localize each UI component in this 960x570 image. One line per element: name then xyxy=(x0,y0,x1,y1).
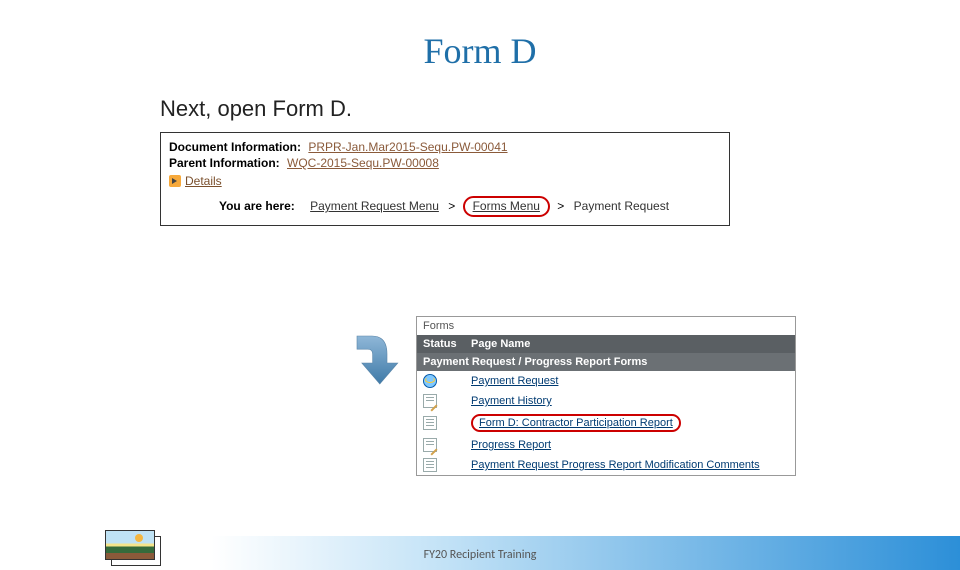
subtitle: Next, open Form D. xyxy=(160,96,960,122)
forms-row: Form D: Contractor Participation Report xyxy=(417,411,795,435)
breadcrumb-payment-request: Payment Request xyxy=(574,199,669,213)
link-payment-request[interactable]: Payment Request xyxy=(471,375,558,387)
forms-row: Progress Report xyxy=(417,435,795,455)
breadcrumb-payment-request-menu[interactable]: Payment Request Menu xyxy=(310,199,439,213)
forms-row: Payment History xyxy=(417,391,795,411)
forms-row: Payment Request Progress Report Modifica… xyxy=(417,455,795,475)
edit-doc-icon xyxy=(423,438,437,452)
footer-text: FY20 Recipient Training xyxy=(0,548,960,562)
doc-info-link[interactable]: PRPR-Jan.Mar2015-Sequ.PW-00041 xyxy=(308,140,507,154)
link-form-d[interactable]: Form D: Contractor Participation Report xyxy=(479,417,673,429)
breadcrumb: You are here: Payment Request Menu > For… xyxy=(169,196,721,217)
breadcrumb-forms-menu-highlight: Forms Menu xyxy=(463,196,550,217)
form-d-highlight: Form D: Contractor Participation Report xyxy=(471,414,681,432)
details-link[interactable]: Details xyxy=(185,174,222,188)
link-progress-report[interactable]: Progress Report xyxy=(471,439,551,451)
expand-icon xyxy=(169,175,181,187)
details-row[interactable]: Details xyxy=(169,174,721,188)
edit-doc-icon xyxy=(423,394,437,408)
doc-info-row: Document Information: PRPR-Jan.Mar2015-S… xyxy=(169,140,721,154)
breadcrumb-sep: > xyxy=(557,199,564,213)
parent-info-link[interactable]: WQC-2015-Sequ.PW-00008 xyxy=(287,156,439,170)
parent-info-label: Parent Information: xyxy=(169,156,280,170)
col-status: Status xyxy=(423,338,471,350)
link-modification-comments[interactable]: Payment Request Progress Report Modifica… xyxy=(471,459,760,471)
forms-row: Payment Request xyxy=(417,371,795,391)
breadcrumb-forms-menu[interactable]: Forms Menu xyxy=(473,199,540,213)
doc-icon xyxy=(423,416,437,430)
link-payment-history[interactable]: Payment History xyxy=(471,395,552,407)
browser-icon xyxy=(423,374,437,388)
forms-header: Status Page Name xyxy=(417,335,795,353)
col-page-name: Page Name xyxy=(471,338,530,350)
breadcrumb-label: You are here: xyxy=(219,199,295,213)
slide-footer: FY20 Recipient Training xyxy=(0,525,960,570)
doc-info-label: Document Information: xyxy=(169,140,301,154)
doc-icon xyxy=(423,458,437,472)
arrow-icon xyxy=(340,330,410,390)
forms-list: Forms Status Page Name Payment Request /… xyxy=(416,316,796,476)
document-info-box: Document Information: PRPR-Jan.Mar2015-S… xyxy=(160,132,730,226)
parent-info-row: Parent Information: WQC-2015-Sequ.PW-000… xyxy=(169,156,721,170)
forms-section-header: Payment Request / Progress Report Forms xyxy=(417,353,795,371)
slide-title: Form D xyxy=(0,30,960,72)
forms-title: Forms xyxy=(417,317,795,335)
breadcrumb-sep: > xyxy=(448,199,455,213)
